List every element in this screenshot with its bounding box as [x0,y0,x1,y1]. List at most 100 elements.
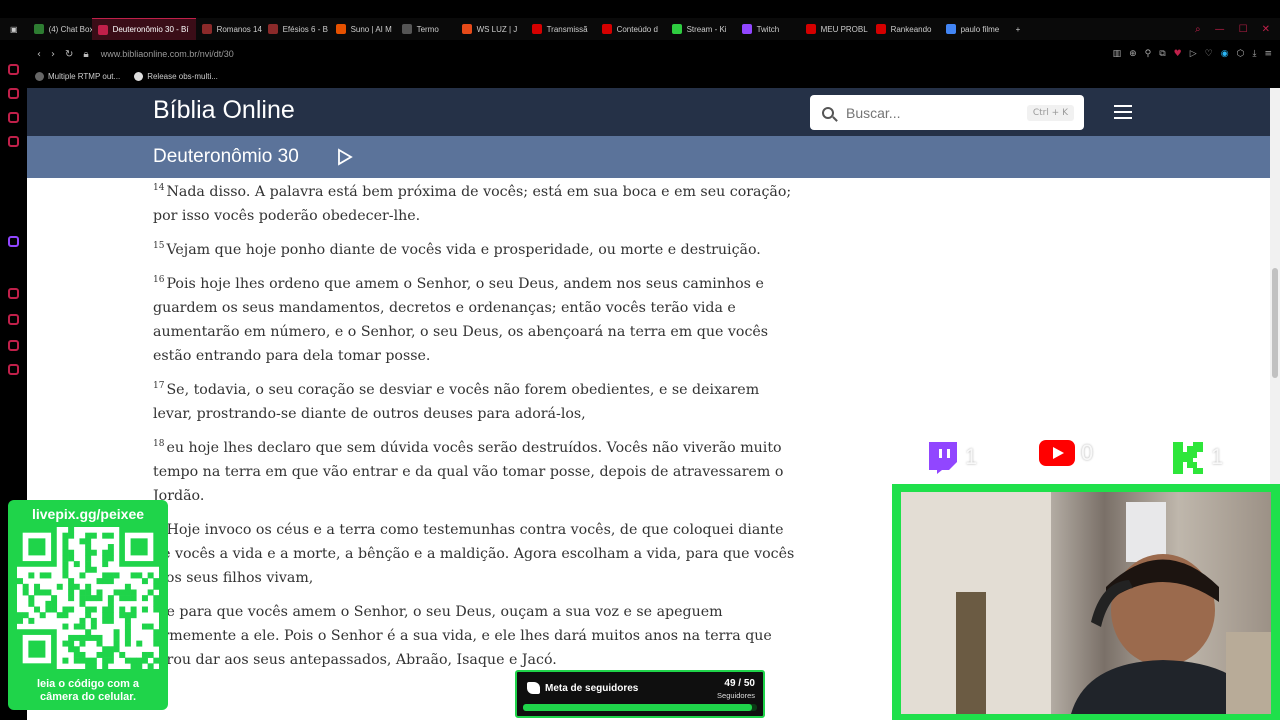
tab-item[interactable]: Termo [396,18,456,40]
tab-strip: ▣ (4) Chat Box Deuteronômio 30 - Bí Romano… [0,18,1280,40]
tab-item[interactable]: Deuteronômio 30 - Bí [91,18,196,40]
tab-favicon-icon [267,24,278,34]
bookmarks-bar: Multiple RTMP out... Release obs-multi..… [27,66,1280,86]
tab-item[interactable]: Conteúdo d [596,18,666,40]
sidebar-app-icon[interactable] [8,64,19,75]
webcam-frame [892,484,1280,720]
sidebar-app-icon[interactable] [8,364,19,375]
search-tabs-icon[interactable]: ⌕ [1195,24,1201,35]
sidebar-twitch-icon[interactable] [8,236,19,247]
goal-progress-bar [523,704,757,711]
tab-favicon-icon [531,24,542,34]
sidebar-app-icon[interactable] [8,88,19,99]
sidebar-app-icon[interactable] [8,288,19,299]
bookmark-item[interactable]: Multiple RTMP out... [35,71,120,81]
lock-icon: 🔒︎ [83,48,89,60]
tab-item[interactable]: Romanos 14 [196,18,262,40]
verse-number[interactable]: 15 [153,241,164,251]
maximize-icon[interactable]: ☐ [1239,24,1248,35]
play-icon[interactable]: ▷ [1190,49,1197,59]
tab-favicon-icon [741,24,752,34]
zoom-icon[interactable]: ⊕ [1129,49,1137,59]
pin-icon[interactable]: ⚲ [1145,49,1152,59]
sidebar-app-icon[interactable] [8,314,19,325]
menu-icon[interactable]: ≡ [1264,49,1272,59]
tab-favicon-icon [461,24,472,34]
close-icon[interactable]: ✕ [1262,24,1270,35]
tab-item[interactable]: Stream - Ki [666,18,736,40]
screenshot-icon[interactable]: ⧉ [1159,49,1165,59]
tab-item[interactable]: WS LUZ | J [456,18,526,40]
search-shortcut: Ctrl + K [1026,104,1074,121]
download-icon[interactable]: ⤓ [1252,49,1256,59]
verse-text: Se, todavia, o seu coração se desviar e … [153,382,760,422]
tab-label: Suno | AI M [350,24,392,34]
tab-item[interactable]: MEU PROBL [800,18,870,40]
verse: 18 eu hoje lhes declaro que sem dúvida vo… [153,436,798,508]
tab-label: Conteúdo d [616,24,658,34]
tab-item[interactable]: Suno | AI M [330,18,396,40]
globe-icon [35,71,44,81]
tab-label: Twitch [756,24,780,34]
verse: 19Hoje invoco os céus e a terra como tes… [153,518,798,590]
verse-number[interactable]: 14 [153,183,164,193]
tab-item[interactable]: Transmissã [526,18,596,40]
sidebar-app-icon[interactable] [8,112,19,123]
verse-text: e para que vocês amem o Senhor, o seu De… [153,604,772,668]
tab-label: MEU PROBL [820,24,868,34]
verse-number[interactable]: 18 [153,439,164,449]
chapter-bar: Deuteronômio 30 [27,136,1270,178]
verse-number[interactable]: 16 [153,275,164,285]
tab-favicon-icon [671,24,682,34]
tab-item[interactable]: Rankeando [870,18,940,40]
back-icon[interactable]: ‹ [37,49,41,60]
tab-label: Stream - Ki [686,24,727,34]
tab-item[interactable]: (4) Chat Box [28,18,92,40]
forward-icon[interactable]: › [51,49,55,60]
tab-label: Deuteronômio 30 - Bí [112,25,189,34]
verse: 20e para que vocês amem o Senhor, o seu … [153,600,798,672]
verse-number[interactable]: 17 [153,381,164,391]
tab-label: Rankeando [890,24,932,34]
search-input[interactable] [846,104,1016,121]
verse: 15 Vejam que hoje ponho diante de vocês v… [153,238,798,262]
tab-item[interactable]: Efésios 6 - B [262,18,330,40]
tab-favicon-icon [601,24,612,34]
tab-label: Romanos 14 [216,24,262,34]
webcam-feed [901,492,1271,714]
minimize-icon[interactable]: — [1215,24,1225,35]
favorite-icon[interactable]: ♡ [1205,49,1213,59]
viewer-counts: 1 0 1 [925,440,1225,474]
reader-icon[interactable]: ▥ [1113,49,1122,59]
extensions-icon[interactable]: ⬡ [1237,49,1245,59]
sidebar-app-icon[interactable] [8,136,19,147]
tab-label: (4) Chat Box [48,24,92,34]
scrollbar-thumb[interactable] [1272,268,1278,378]
tab-item[interactable]: Twitch [736,18,800,40]
verse-list: 14 Nada disso. A palavra está bem próxima… [153,180,798,682]
browser-toolbar: ▥ ⊕ ⚲ ⧉ ♥ ▷ ♡ ◉ ⬡ ⤓ ≡ [1113,49,1280,59]
new-tab-icon[interactable]: + [1010,18,1027,40]
tab-item[interactable]: paulo filme [940,18,1010,40]
donation-link: livepix.gg/peixee [31,506,145,522]
verse-text: Hoje invoco os céus e a terra como teste… [153,522,795,586]
sidebar-app-icon[interactable] [8,340,19,351]
heart-icon[interactable]: ♥ [1174,49,1182,59]
reload-icon[interactable]: ↻ [65,49,73,60]
heart-hand-icon [527,682,540,694]
url-field[interactable]: www.bibliaonline.com.br/nvi/dt/30 [101,49,234,59]
verse: 17 Se, todavia, o seu coração se desviar … [153,378,798,426]
qr-code [17,527,160,670]
tab-favicon-icon [201,24,212,34]
extension-icon[interactable]: ◉ [1221,49,1229,59]
search-box[interactable]: Ctrl + K [810,95,1084,130]
donation-qr-card: livepix.gg/peixee leia o código com a câ… [8,500,168,710]
twitch-icon [929,442,957,474]
hamburger-menu-icon[interactable] [1114,105,1132,119]
bookmark-item[interactable]: Release obs-multi... [134,71,218,81]
site-logo[interactable]: Bíblia Online [153,96,295,125]
tab-favicon-icon [97,24,108,35]
tab-menu-icon[interactable]: ▣ [0,18,28,40]
address-bar: ‹ › ↻ 🔒︎ www.bibliaonline.com.br/nvi/dt/… [27,42,1280,66]
tab-favicon-icon [875,24,886,34]
